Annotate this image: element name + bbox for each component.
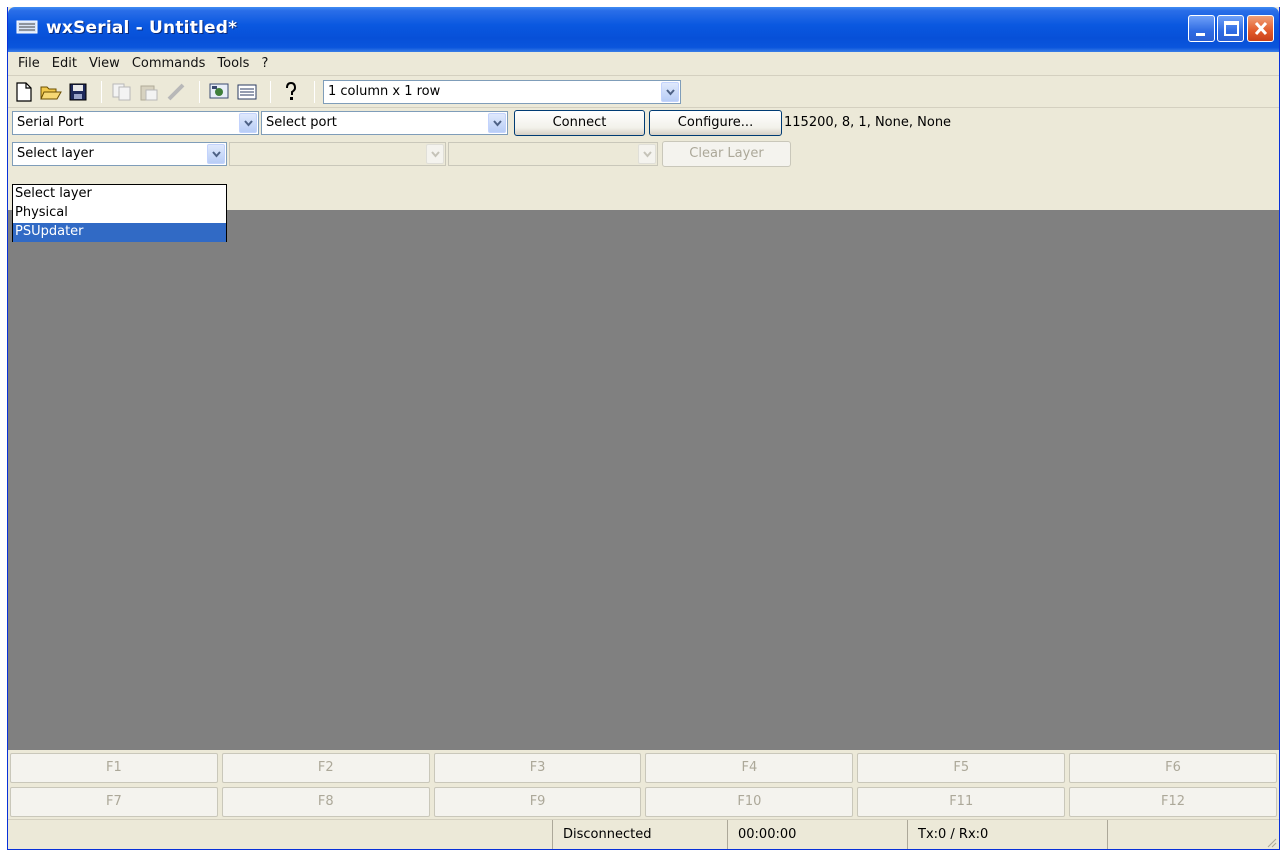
clear-icon — [167, 83, 185, 100]
traffic-counter: Tx:0 / Rx:0 — [908, 820, 1108, 849]
toolbar-separator — [314, 80, 315, 103]
chevron-down-icon — [493, 120, 502, 127]
close-button[interactable] — [1247, 15, 1274, 42]
save-icon — [69, 83, 87, 100]
f3-button[interactable]: F3 — [433, 753, 642, 783]
configure-button[interactable]: Configure... — [649, 110, 782, 136]
window-icon — [237, 84, 257, 99]
layout-combo-arrow[interactable] — [661, 81, 679, 102]
toolbar: 1 column x 1 row — [8, 76, 1279, 108]
clear-button[interactable] — [164, 80, 188, 104]
f8-button[interactable]: F8 — [221, 787, 430, 817]
toolbar-separator — [270, 80, 271, 103]
minimize-icon — [1196, 33, 1205, 36]
connection-type-arrow[interactable] — [239, 113, 257, 133]
paste-icon — [140, 85, 158, 100]
help-button[interactable] — [279, 80, 303, 104]
open-folder-icon — [40, 86, 62, 99]
layer-option-combo-2 — [448, 142, 658, 166]
layer-option-physical[interactable]: Physical — [13, 204, 226, 223]
close-icon — [1254, 21, 1268, 36]
chevron-down-icon — [666, 88, 675, 96]
chevron-down-icon — [212, 151, 221, 158]
layer-dropdown-list: Select layer Physical PSUpdater — [12, 184, 227, 242]
f5-button[interactable]: F5 — [857, 753, 1066, 783]
layer-option-select-layer[interactable]: Select layer — [13, 185, 226, 204]
layout-combo[interactable]: 1 column x 1 row — [323, 79, 681, 104]
f7-button[interactable]: F7 — [10, 787, 218, 817]
port-combo[interactable]: Select port — [261, 111, 508, 135]
copy-button[interactable] — [110, 80, 134, 104]
window-button[interactable] — [235, 80, 259, 104]
toolbar-separator — [101, 80, 102, 103]
maximize-icon — [1224, 21, 1239, 36]
layer-option-combo-2-arrow — [638, 144, 656, 164]
function-key-row: F1 F2 F3 F4 F5 F6 — [8, 751, 1279, 785]
menu-commands[interactable]: Commands — [126, 56, 212, 71]
window-title: wxSerial - Untitled* — [46, 18, 238, 38]
toolbar-separator — [199, 80, 200, 103]
resize-grip-icon[interactable] — [1265, 836, 1277, 848]
title-bar[interactable]: wxSerial - Untitled* — [8, 7, 1279, 52]
layer-combo-arrow[interactable] — [207, 144, 225, 164]
minimize-button[interactable] — [1188, 15, 1215, 42]
f12-button[interactable]: F12 — [1069, 787, 1277, 817]
port-combo-arrow[interactable] — [488, 113, 506, 133]
function-key-row: F7 F8 F9 F10 F11 F12 — [8, 785, 1279, 819]
copy-icon — [112, 83, 131, 100]
connection-type-value: Serial Port — [17, 115, 84, 130]
layer-option-psupdater[interactable]: PSUpdater — [13, 223, 226, 242]
paste-button[interactable] — [137, 80, 161, 104]
settings-icon — [209, 83, 229, 98]
maximize-button[interactable] — [1217, 15, 1244, 42]
new-file-button[interactable] — [12, 80, 36, 104]
port-combo-value: Select port — [266, 115, 337, 130]
f9-button[interactable]: F9 — [433, 787, 642, 817]
menu-bar: File Edit View Commands Tools ? — [8, 52, 1279, 76]
menu-edit[interactable]: Edit — [46, 56, 83, 71]
elapsed-time: 00:00:00 — [728, 820, 908, 849]
layer-combo-value: Select layer — [17, 146, 94, 161]
connection-row: Serial Port Select port Connect Configur… — [8, 108, 1279, 138]
f2-button[interactable]: F2 — [221, 753, 430, 783]
port-settings-label: 115200, 8, 1, None, None — [784, 115, 952, 130]
open-file-button[interactable] — [39, 80, 63, 104]
function-keys: F1 F2 F3 F4 F5 F6 F7 F8 F9 F10 F11 F12 — [8, 751, 1279, 819]
chevron-down-icon — [431, 151, 440, 158]
save-button[interactable] — [66, 80, 90, 104]
f11-button[interactable]: F11 — [857, 787, 1066, 817]
f10-button[interactable]: F10 — [645, 787, 854, 817]
menu-view[interactable]: View — [83, 56, 126, 71]
layer-combo[interactable]: Select layer — [12, 142, 227, 166]
connection-status: Disconnected — [553, 820, 728, 849]
menu-help[interactable]: ? — [255, 56, 274, 71]
f6-button[interactable]: F6 — [1069, 753, 1277, 783]
settings-button[interactable] — [208, 80, 232, 104]
f1-button[interactable]: F1 — [10, 753, 218, 783]
chevron-down-icon — [643, 151, 652, 158]
chevron-down-icon — [244, 120, 253, 127]
layer-option-combo-1 — [229, 142, 446, 166]
app-icon — [16, 20, 38, 34]
app-window: wxSerial - Untitled* File Edit View Comm… — [7, 7, 1280, 850]
layer-option-combo-1-arrow — [426, 144, 444, 164]
menu-tools[interactable]: Tools — [211, 56, 255, 71]
f4-button[interactable]: F4 — [645, 753, 854, 783]
layer-row: Select layer Clear Layer — [8, 138, 1279, 170]
clear-layer-button[interactable]: Clear Layer — [662, 141, 791, 167]
new-file-icon — [16, 81, 32, 102]
status-message — [8, 820, 553, 849]
terminal-pane[interactable] — [8, 210, 1279, 750]
layout-combo-value: 1 column x 1 row — [328, 83, 441, 99]
menu-file[interactable]: File — [12, 56, 46, 71]
status-bar: Disconnected 00:00:00 Tx:0 / Rx:0 — [8, 819, 1279, 849]
connect-button[interactable]: Connect — [514, 110, 645, 136]
connection-type-combo[interactable]: Serial Port — [12, 111, 259, 135]
help-icon — [286, 81, 297, 100]
